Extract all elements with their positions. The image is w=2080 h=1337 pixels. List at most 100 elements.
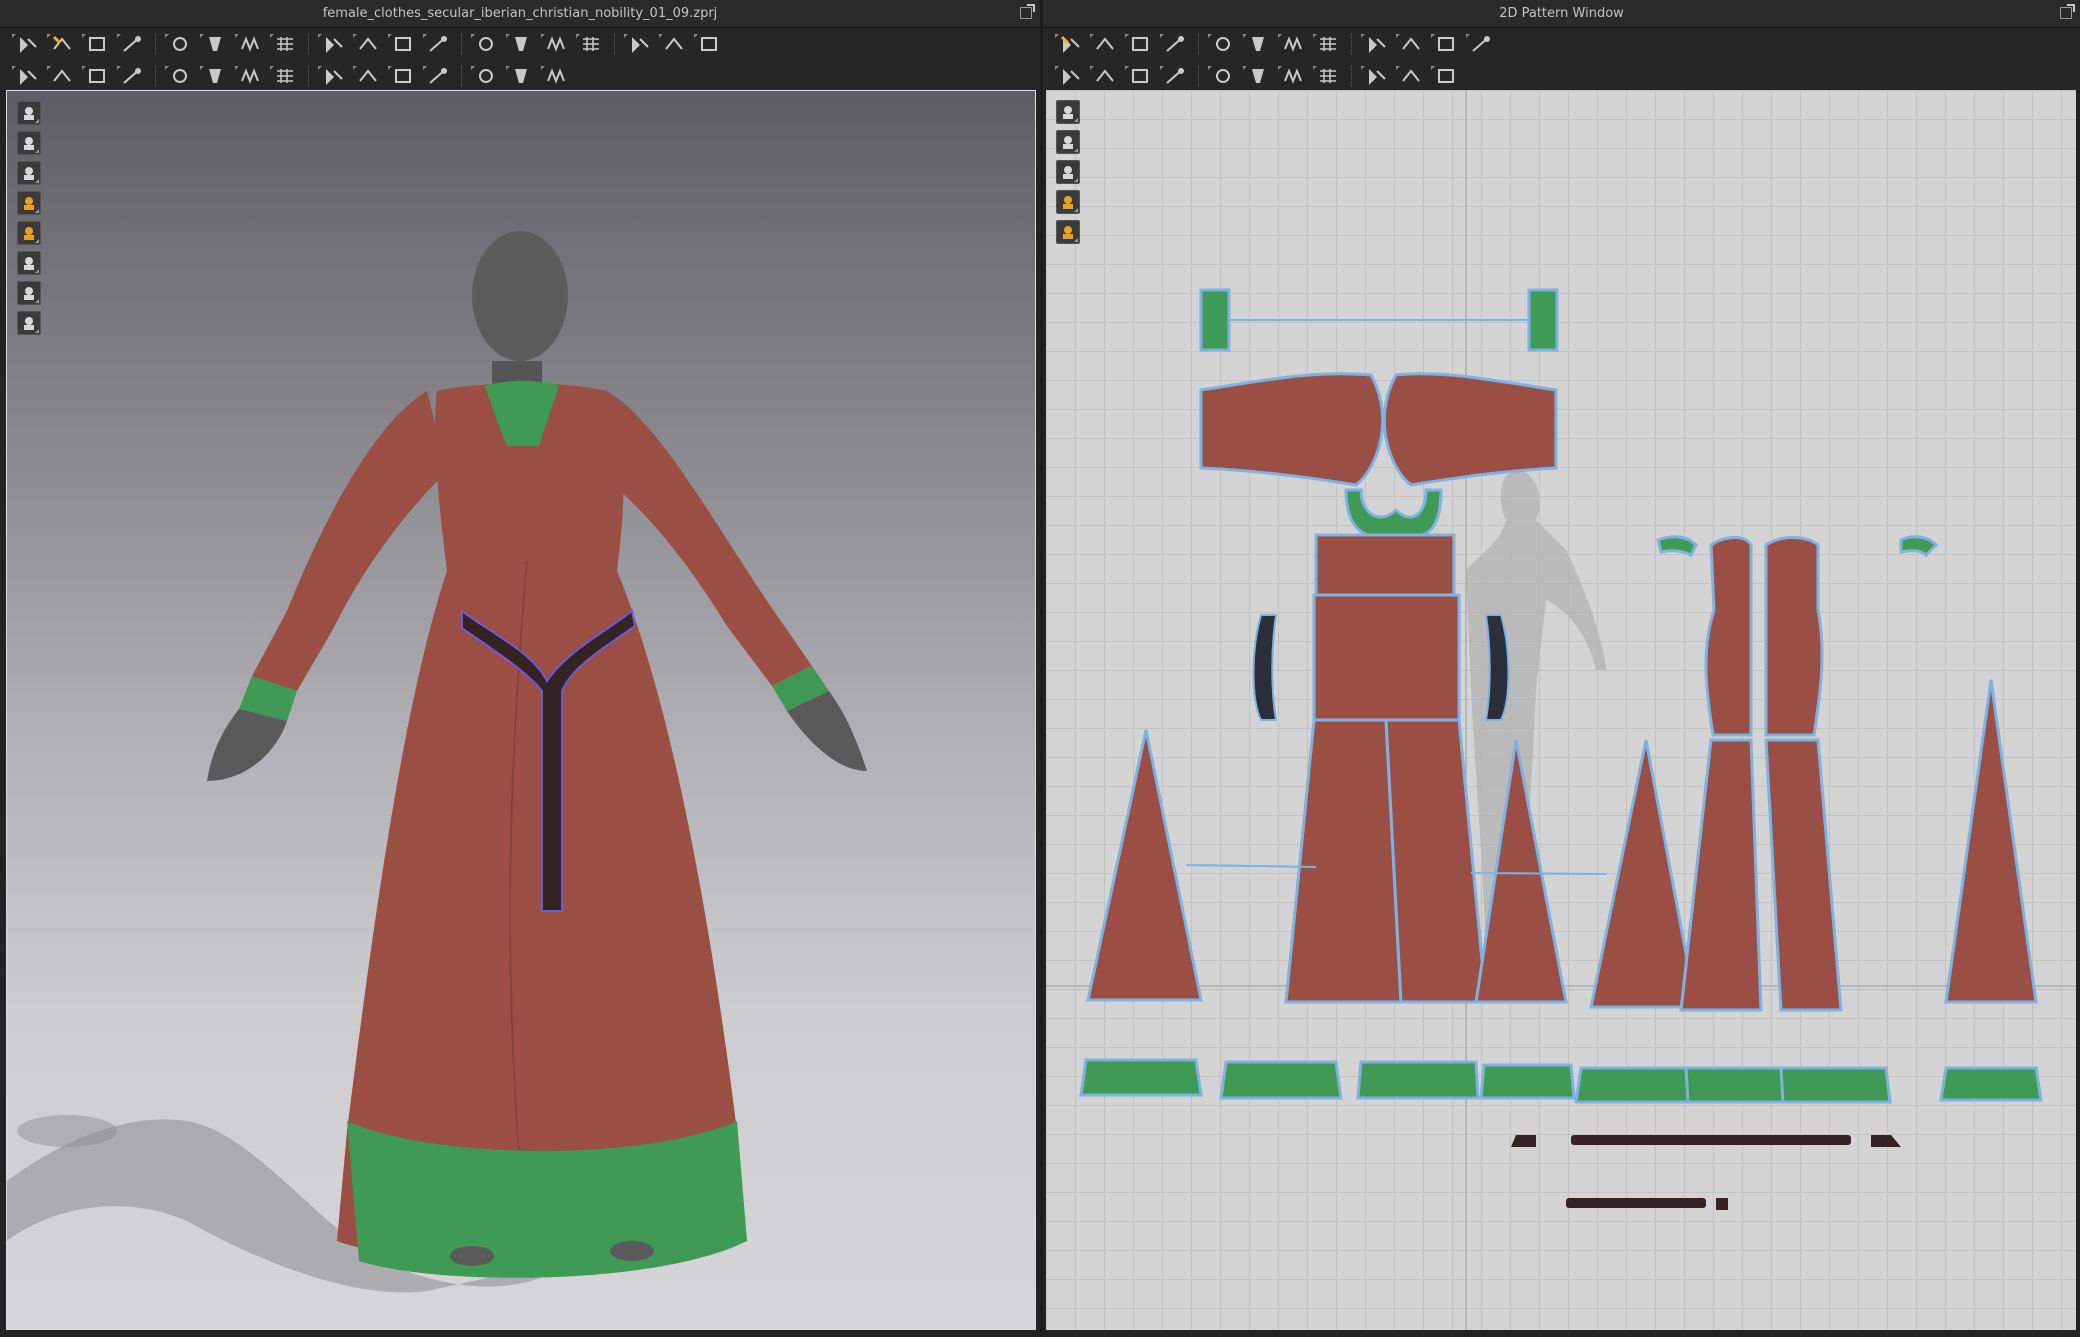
walk-icon-glyph bbox=[19, 68, 37, 85]
pleat-icon[interactable] bbox=[1359, 30, 1392, 58]
fabric-display-icon[interactable] bbox=[17, 221, 41, 245]
cut-icon[interactable] bbox=[163, 62, 196, 90]
skin-display-icon[interactable] bbox=[17, 281, 41, 305]
sleeve-pattern-right bbox=[1382, 372, 1558, 487]
fold-arrange-icon-glyph bbox=[1165, 67, 1184, 84]
toolbar-separator bbox=[1351, 64, 1352, 87]
popout-icon[interactable] bbox=[1020, 4, 1035, 19]
brush-icon[interactable] bbox=[351, 30, 384, 58]
garment-fit-icon-glyph bbox=[1251, 68, 1264, 83]
garment-2d-icon[interactable] bbox=[1056, 130, 1080, 154]
sewing-icon-glyph bbox=[1319, 37, 1336, 51]
avatar-pose-icon[interactable] bbox=[539, 30, 572, 58]
download-icon[interactable] bbox=[10, 30, 43, 58]
free-sew-icon-glyph bbox=[1095, 68, 1114, 82]
brush-2d-icon[interactable] bbox=[1056, 100, 1080, 124]
polygon-icon[interactable] bbox=[1158, 30, 1191, 58]
shading-icon[interactable] bbox=[17, 251, 41, 275]
toolbar-separator bbox=[461, 33, 462, 55]
trim-icon[interactable] bbox=[1359, 62, 1392, 90]
trim-icon[interactable] bbox=[268, 62, 301, 90]
bodice-front-upper bbox=[1314, 533, 1456, 597]
tack-icon[interactable] bbox=[1123, 62, 1156, 90]
avatar-display-icon[interactable] bbox=[17, 191, 41, 215]
free-sew-icon[interactable] bbox=[1088, 62, 1121, 90]
skirt-back-left bbox=[1679, 738, 1763, 1012]
internal-line-icon[interactable] bbox=[1276, 30, 1309, 58]
transform-pattern-icon[interactable] bbox=[1123, 30, 1156, 58]
tape-icon[interactable] bbox=[268, 30, 301, 58]
zipper-icon[interactable] bbox=[1311, 62, 1344, 90]
pin-multi-icon[interactable] bbox=[80, 62, 113, 90]
edit-point-icon[interactable] bbox=[1088, 30, 1121, 58]
buttonhole-icon[interactable] bbox=[351, 62, 384, 90]
cuff-pattern-left bbox=[1199, 288, 1231, 352]
project-file-title: female_clothes_secular_iberian_christian… bbox=[322, 6, 718, 21]
trim-icon-glyph bbox=[1368, 68, 1386, 85]
plane-icon[interactable] bbox=[469, 62, 502, 90]
grid-fine-icon[interactable] bbox=[1464, 30, 1497, 58]
rectangle-icon[interactable] bbox=[1206, 30, 1239, 58]
align-icon[interactable] bbox=[539, 62, 572, 90]
fold-arrow-icon[interactable] bbox=[163, 30, 196, 58]
avatar-2d-icon[interactable] bbox=[1394, 30, 1427, 58]
grid-fine-icon[interactable] bbox=[692, 30, 725, 58]
sewing-icon[interactable] bbox=[1311, 30, 1344, 58]
pin-icon[interactable] bbox=[233, 30, 266, 58]
viewport-2d[interactable] bbox=[1046, 90, 2076, 1330]
sewing-lines-icon[interactable] bbox=[17, 161, 41, 185]
viewport-2d-toolbar bbox=[1056, 100, 1080, 244]
ruler-icon-glyph bbox=[631, 37, 649, 53]
grid-icon[interactable] bbox=[1429, 30, 1462, 58]
segment-sew-icon[interactable] bbox=[1053, 62, 1086, 90]
move-icon[interactable] bbox=[45, 30, 78, 58]
button-icon[interactable] bbox=[316, 62, 349, 90]
render-mode-icon[interactable] bbox=[17, 101, 41, 125]
outfit-icon[interactable] bbox=[386, 30, 419, 58]
ellipse-icon[interactable] bbox=[1241, 30, 1274, 58]
ellipse-icon-glyph bbox=[1251, 37, 1264, 51]
dash-line-icon-glyph bbox=[1437, 68, 1454, 83]
trace-icon-glyph bbox=[1283, 67, 1302, 84]
toolbar-2d-row2 bbox=[1043, 60, 2080, 92]
popout-icon[interactable] bbox=[2060, 4, 2075, 19]
garment-icon[interactable] bbox=[421, 30, 454, 58]
grid-icon[interactable] bbox=[657, 30, 690, 58]
shirt-icon[interactable] bbox=[469, 30, 502, 58]
fold-rotate-icon[interactable] bbox=[198, 30, 231, 58]
viewport-3d[interactable] bbox=[6, 90, 1036, 1330]
fabric-2d-icon[interactable] bbox=[1056, 190, 1080, 214]
steam-icon[interactable] bbox=[1206, 62, 1239, 90]
info-icon[interactable] bbox=[1056, 160, 1080, 184]
gore-pattern-3 bbox=[1589, 739, 1698, 1009]
walk-icon[interactable] bbox=[10, 62, 43, 90]
line-icon[interactable] bbox=[1394, 62, 1427, 90]
fold-arrange-icon[interactable] bbox=[1158, 62, 1191, 90]
hem-pattern-1 bbox=[1079, 1058, 1203, 1097]
fold-icon[interactable] bbox=[115, 30, 148, 58]
ruler-icon[interactable] bbox=[622, 30, 655, 58]
fold-up-icon[interactable] bbox=[198, 62, 231, 90]
topstitch-icon[interactable] bbox=[386, 62, 419, 90]
garment-fit-icon[interactable] bbox=[1241, 62, 1274, 90]
scissors-icon-glyph bbox=[122, 67, 141, 84]
select-pattern-icon[interactable] bbox=[1053, 30, 1086, 58]
rectangle-icon-glyph bbox=[1215, 37, 1230, 51]
avatar-texture-icon[interactable] bbox=[17, 311, 41, 335]
trace-icon[interactable] bbox=[1276, 62, 1309, 90]
select-mesh-icon-glyph bbox=[325, 37, 343, 53]
measure-tape-icon[interactable] bbox=[421, 62, 454, 90]
avatar-icon[interactable] bbox=[504, 30, 537, 58]
select-mesh-icon[interactable] bbox=[316, 30, 349, 58]
grid-fine-icon-glyph bbox=[700, 37, 717, 51]
pattern-display-icon[interactable] bbox=[1056, 220, 1080, 244]
transform-icon[interactable] bbox=[80, 30, 113, 58]
measure-icon[interactable] bbox=[574, 30, 607, 58]
plane-flat-icon[interactable] bbox=[504, 62, 537, 90]
texture-mode-icon[interactable] bbox=[17, 131, 41, 155]
dash-line-icon[interactable] bbox=[1429, 62, 1462, 90]
zipper-icon[interactable] bbox=[233, 62, 266, 90]
fold-rotate-icon-glyph bbox=[208, 37, 221, 51]
scissors-icon[interactable] bbox=[115, 62, 148, 90]
pin-needle-icon[interactable] bbox=[45, 62, 78, 90]
